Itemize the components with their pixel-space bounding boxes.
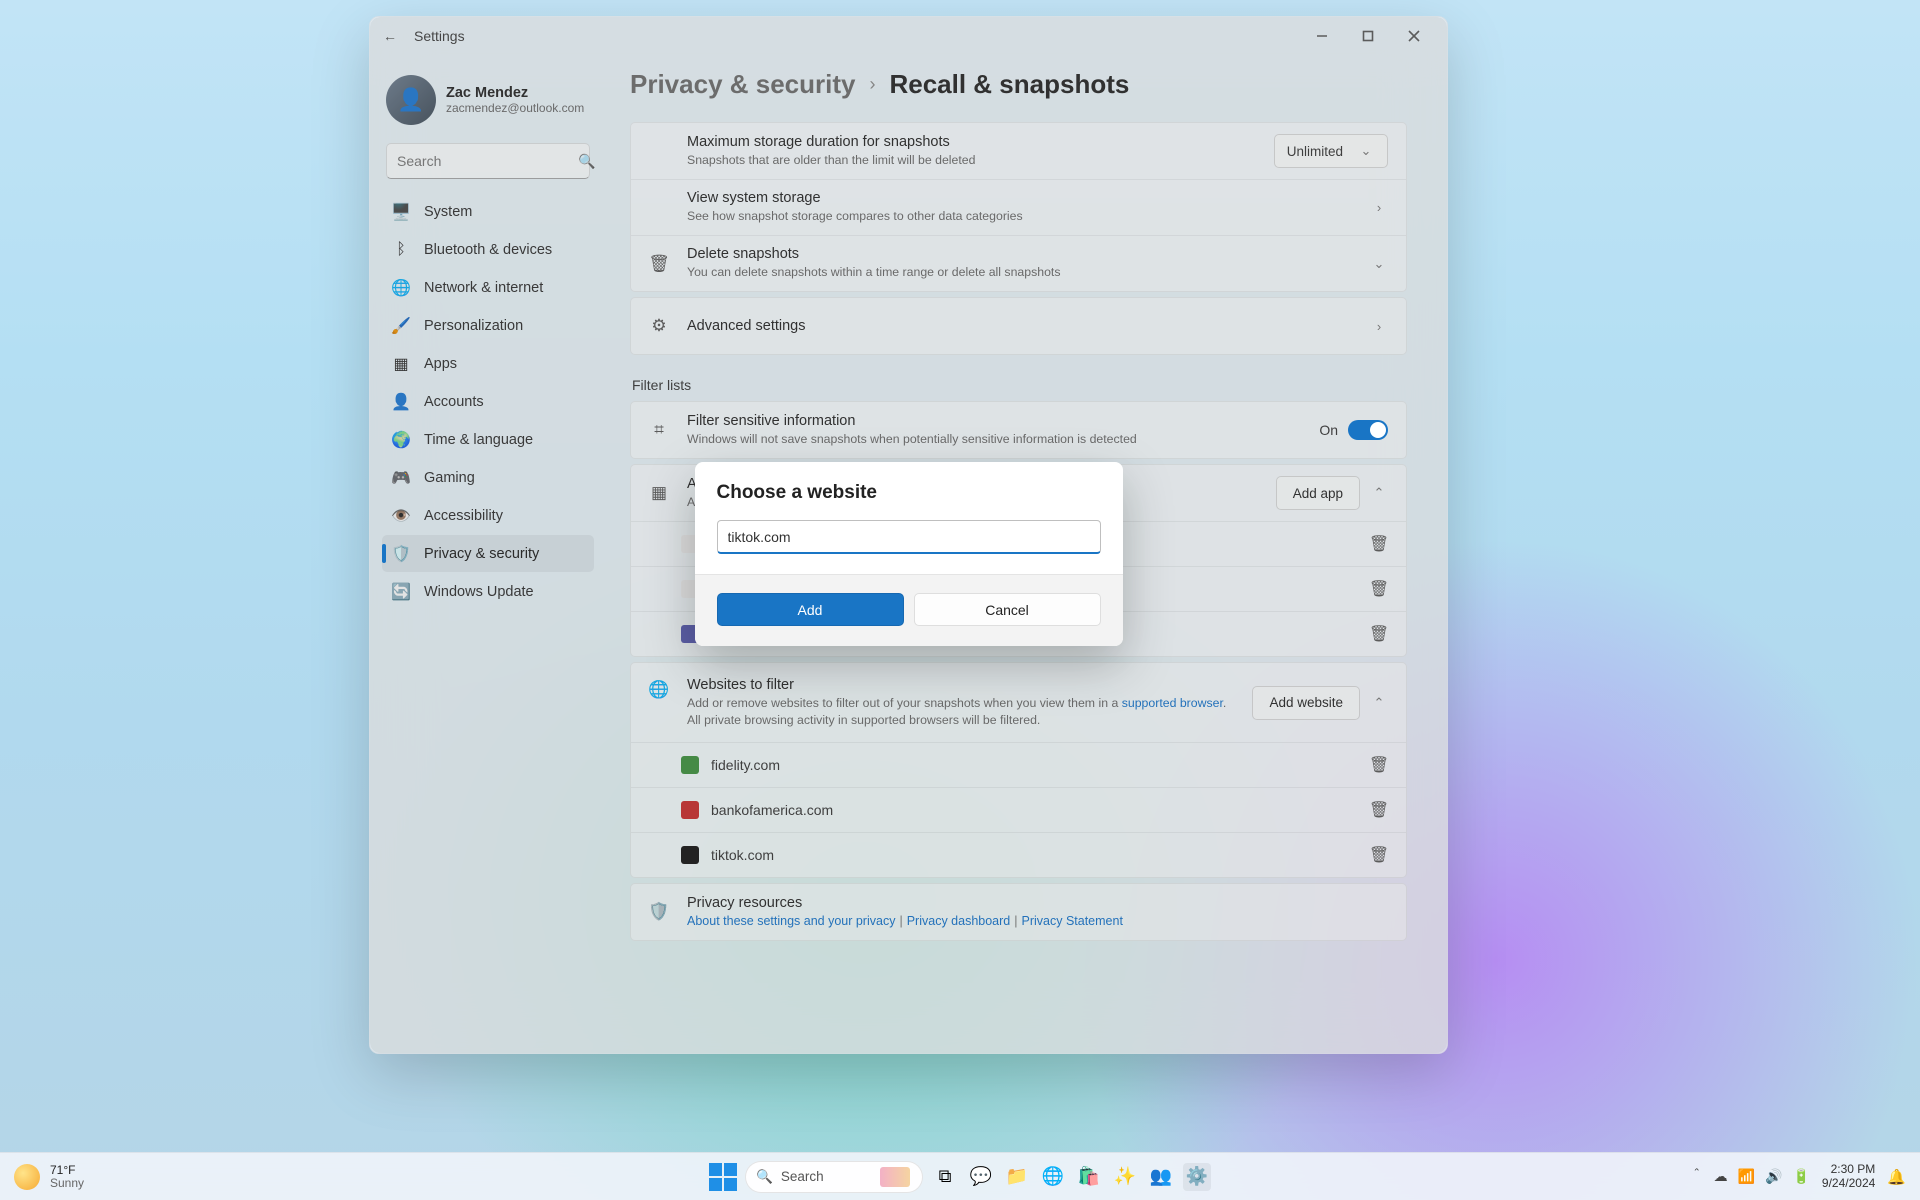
- copilot-icon[interactable]: ✨: [1111, 1163, 1139, 1191]
- teams-icon[interactable]: 👥: [1147, 1163, 1175, 1191]
- dialog-add-button[interactable]: Add: [717, 593, 904, 626]
- website-url-input[interactable]: [717, 520, 1101, 554]
- store-icon[interactable]: 🛍️: [1075, 1163, 1103, 1191]
- tray-chevron-up-icon[interactable]: ＾: [1690, 1167, 1704, 1187]
- weather-temp: 71°F: [50, 1164, 84, 1177]
- start-button[interactable]: [709, 1163, 737, 1191]
- weather-widget[interactable]: 71°F Sunny: [0, 1164, 84, 1190]
- explorer-icon[interactable]: 📁: [1003, 1163, 1031, 1191]
- sidebar-item-privacy-security[interactable]: 🛡️ Privacy & security: [382, 535, 594, 572]
- volume-icon[interactable]: 🔊: [1765, 1168, 1782, 1185]
- search-illustration: [880, 1167, 910, 1187]
- edge-icon[interactable]: 🌐: [1039, 1163, 1067, 1191]
- onedrive-icon[interactable]: ☁: [1714, 1168, 1728, 1185]
- taskbar: 71°F Sunny 🔍 Search ⧉ 💬 📁 🌐 🛍️ ✨ 👥 ⚙️ ＾ …: [0, 1152, 1920, 1200]
- clock-time: 2:30 PM: [1822, 1163, 1875, 1177]
- choose-website-dialog: Choose a website Add Cancel: [695, 462, 1123, 646]
- taskbar-center: 🔍 Search ⧉ 💬 📁 🌐 🛍️ ✨ 👥 ⚙️: [709, 1161, 1211, 1193]
- nav-label: Privacy & security: [424, 546, 539, 562]
- clock[interactable]: 2:30 PM 9/24/2024: [1822, 1163, 1875, 1191]
- dialog-title: Choose a website: [717, 482, 1101, 504]
- system-tray: ＾ ☁ 📶 🔊 🔋 2:30 PM 9/24/2024 🔔: [1690, 1163, 1920, 1191]
- weather-cond: Sunny: [50, 1177, 84, 1190]
- settings-icon[interactable]: ⚙️: [1183, 1163, 1211, 1191]
- nav-icon: 🛡️: [392, 545, 410, 563]
- weather-icon: [14, 1164, 40, 1190]
- search-icon: 🔍: [756, 1169, 773, 1185]
- notifications-icon[interactable]: 🔔: [1887, 1168, 1906, 1186]
- sensitive-toggle[interactable]: [1348, 420, 1388, 440]
- dialog-cancel-button[interactable]: Cancel: [914, 593, 1101, 626]
- settings-window: ← Settings 👤 Zac Mendez zacmendez@outloo…: [369, 16, 1448, 1054]
- taskbar-search-label: Search: [781, 1169, 824, 1184]
- task-view-icon[interactable]: ⧉: [931, 1163, 959, 1191]
- battery-icon[interactable]: 🔋: [1792, 1168, 1809, 1185]
- chat-icon[interactable]: 💬: [967, 1163, 995, 1191]
- clock-date: 9/24/2024: [1822, 1177, 1875, 1191]
- taskbar-search[interactable]: 🔍 Search: [745, 1161, 923, 1193]
- wifi-icon[interactable]: 📶: [1738, 1168, 1755, 1185]
